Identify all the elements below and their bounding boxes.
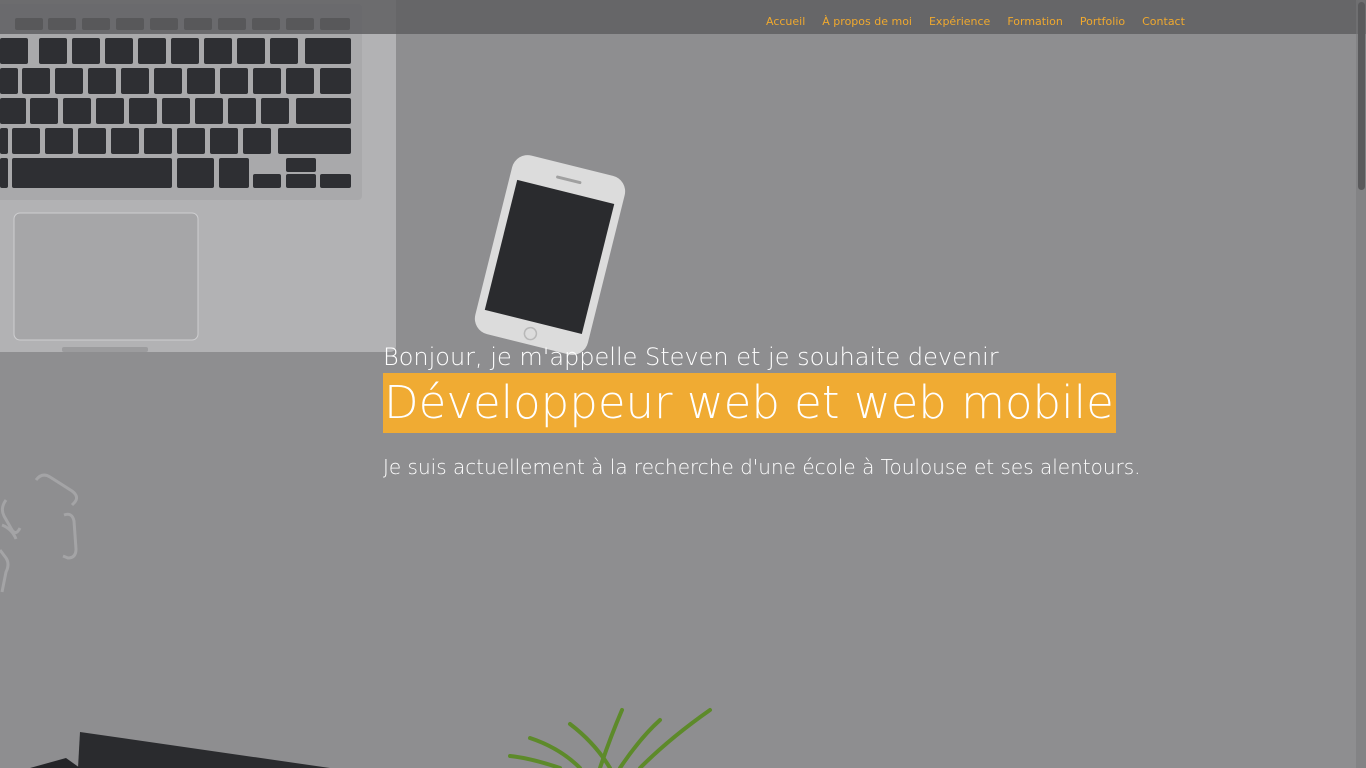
scrollbar-thumb[interactable] xyxy=(1358,2,1365,190)
hero-headline: Développeur web et web mobile xyxy=(383,373,1116,433)
nav-link-formation[interactable]: Formation xyxy=(1007,15,1063,28)
nav-link-experience[interactable]: Expérience xyxy=(929,15,990,28)
hero-section: Accueil À propos de moi Expérience Forma… xyxy=(0,0,1366,768)
hero-subline: Je suis actuellement à la recherche d'un… xyxy=(383,455,1141,479)
nav-link-contact[interactable]: Contact xyxy=(1142,15,1185,28)
page-scrollbar[interactable] xyxy=(1356,0,1366,768)
hero-intro-text: Bonjour, je m'appelle Steven et je souha… xyxy=(383,343,999,371)
nav-item-experience: Expérience xyxy=(929,10,990,29)
nav-link-portfolio[interactable]: Portfolio xyxy=(1080,15,1125,28)
nav-item-contact: Contact xyxy=(1142,10,1185,29)
top-navbar: Accueil À propos de moi Expérience Forma… xyxy=(0,0,1366,34)
nav-link-a-propos[interactable]: À propos de moi xyxy=(822,15,912,28)
nav-item-accueil: Accueil xyxy=(766,10,805,29)
nav-item-portfolio: Portfolio xyxy=(1080,10,1125,29)
nav-item-a-propos: À propos de moi xyxy=(822,10,912,29)
nav-item-formation: Formation xyxy=(1007,10,1063,29)
nav-menu: Accueil À propos de moi Expérience Forma… xyxy=(766,10,1185,29)
hero-text-block: Bonjour, je m'appelle Steven et je souha… xyxy=(383,342,1141,481)
nav-link-accueil[interactable]: Accueil xyxy=(766,15,805,28)
